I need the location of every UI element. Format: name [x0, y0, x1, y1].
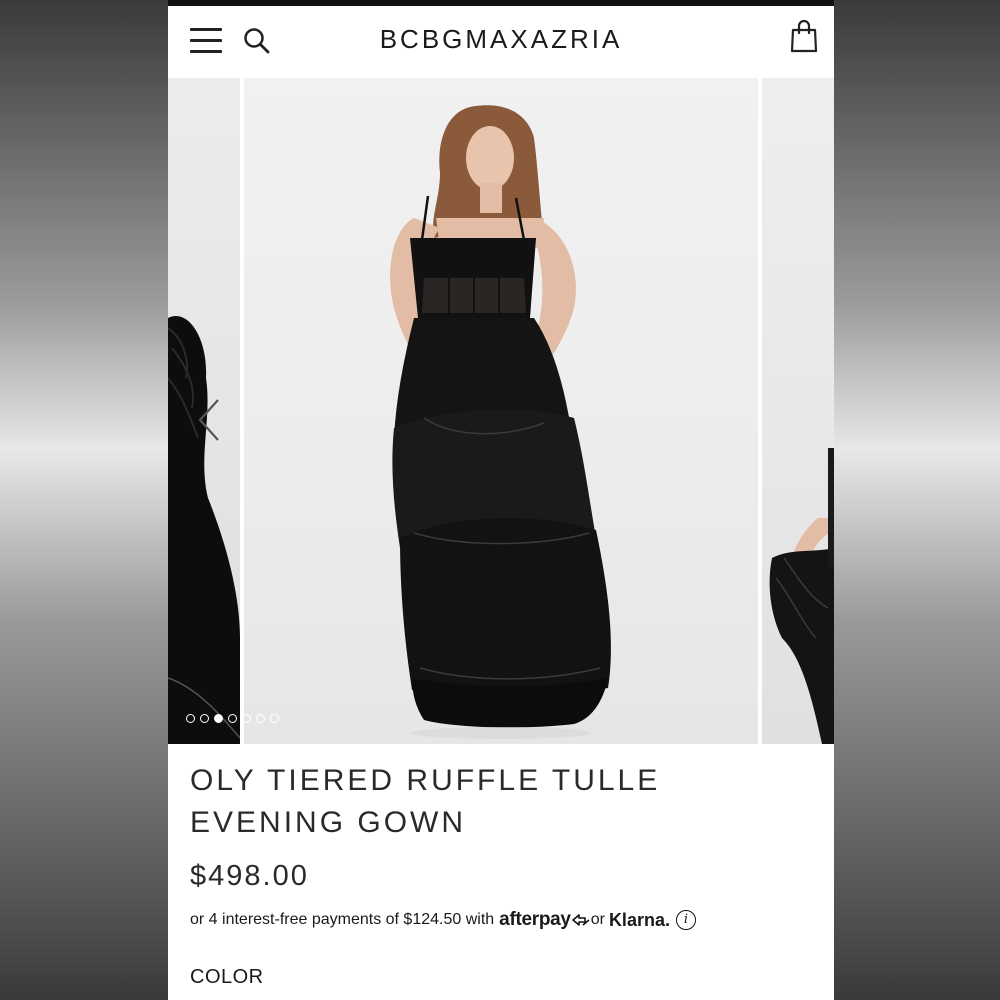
brand-logo[interactable]: BCBGMAXAZRIA: [168, 24, 834, 55]
carousel-dot[interactable]: [256, 714, 265, 723]
product-page: BCBGMAXAZRIA OLY TIERED RUFFLE TULLE EVE…: [168, 0, 834, 1000]
product-title-line-1: OLY TIERED RUFFLE TULLE: [190, 764, 661, 797]
carousel-pagination: [186, 714, 279, 726]
carousel-dot[interactable]: [270, 714, 279, 723]
carousel-dot[interactable]: [186, 714, 195, 723]
product-price: $498.00: [190, 860, 309, 892]
product-title: OLY TIERED RUFFLE TULLE EVENING GOWN: [190, 760, 810, 844]
color-label: COLOR: [190, 966, 264, 988]
chevron-left-icon[interactable]: [196, 398, 222, 442]
carousel-slide-previous[interactable]: [168, 78, 240, 744]
site-header: BCBGMAXAZRIA: [168, 6, 834, 79]
product-title-line-2: EVENING GOWN: [190, 806, 467, 839]
photo-backdrop-left: [0, 0, 168, 1000]
carousel-slide-active[interactable]: [244, 78, 758, 744]
carousel-dot[interactable]: [242, 714, 251, 723]
model-in-gown-image: [390, 105, 611, 739]
installment-payment-info: or 4 interest-free payments of $124.50 w…: [190, 909, 696, 931]
photo-backdrop-right: [834, 0, 1000, 1000]
info-icon[interactable]: i: [675, 910, 696, 930]
installment-text: or 4 interest-free payments of $124.50 w…: [190, 911, 495, 928]
shopping-bag-icon[interactable]: [788, 18, 820, 54]
afterpay-logo[interactable]: afterpay: [499, 909, 571, 931]
or-text: or: [590, 911, 605, 928]
carousel-dot[interactable]: [214, 714, 223, 723]
product-image-carousel[interactable]: [168, 78, 834, 744]
carousel-dot[interactable]: [200, 714, 209, 723]
carousel-slide-next[interactable]: [762, 78, 834, 744]
carousel-dot[interactable]: [228, 714, 237, 723]
gown-detail-image: [769, 448, 834, 744]
afterpay-arrows-icon: [571, 914, 590, 926]
klarna-logo[interactable]: Klarna.: [609, 910, 670, 931]
